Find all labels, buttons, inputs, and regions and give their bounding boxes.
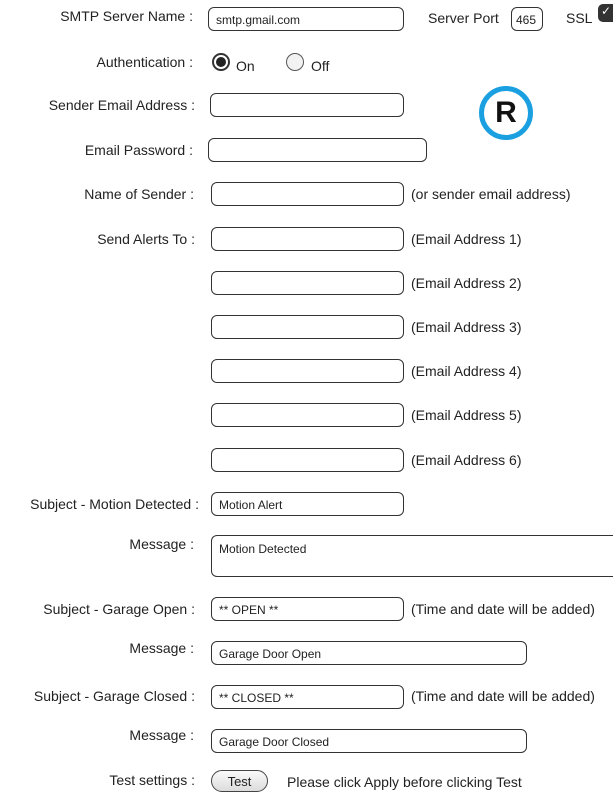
sender-email-input[interactable] <box>210 93 404 117</box>
alert-email-4-hint: (Email Address 4) <box>411 363 522 379</box>
alert-email-2-input[interactable] <box>211 271 404 295</box>
garage-closed-subject-label: Subject - Garage Closed : <box>33 688 195 704</box>
garage-open-message-input[interactable] <box>211 641 527 665</box>
ssl-label: SSL <box>566 10 593 26</box>
auth-on-radio[interactable] <box>212 53 230 71</box>
alert-email-3-hint: (Email Address 3) <box>411 319 522 335</box>
server-port-input[interactable] <box>511 7 543 31</box>
authentication-label: Authentication : <box>96 54 193 70</box>
smtp-server-label: SMTP Server Name : <box>60 8 193 24</box>
brand-logo: R <box>479 86 533 140</box>
motion-subject-label: Subject - Motion Detected : <box>30 496 199 512</box>
auth-on-label: On <box>236 58 255 74</box>
garage-open-subject-input[interactable] <box>211 597 404 621</box>
sender-name-hint: (or sender email address) <box>411 186 571 202</box>
sender-email-label: Sender Email Address : <box>48 97 195 113</box>
alert-email-5-hint: (Email Address 5) <box>411 407 522 423</box>
motion-message-textarea[interactable]: Motion Detected <box>211 535 613 577</box>
alert-email-6-hint: (Email Address 6) <box>411 452 522 468</box>
email-password-label: Email Password : <box>84 142 193 158</box>
garage-closed-message-label: Message : <box>129 727 194 743</box>
test-button[interactable]: Test <box>211 770 268 792</box>
garage-open-hint: (Time and date will be added) <box>411 601 595 617</box>
sender-name-input[interactable] <box>211 182 404 206</box>
motion-message-label: Message : <box>129 536 194 552</box>
garage-closed-subject-input[interactable] <box>211 685 404 709</box>
ssl-checkbox[interactable]: ✓ <box>598 4 613 22</box>
server-port-label: Server Port <box>428 10 499 26</box>
alert-email-4-input[interactable] <box>211 359 404 383</box>
garage-open-message-label: Message : <box>129 640 194 656</box>
alert-email-1-hint: (Email Address 1) <box>411 231 522 247</box>
garage-closed-hint: (Time and date will be added) <box>411 688 595 704</box>
motion-subject-input[interactable] <box>211 492 404 516</box>
checkmark-icon: ✓ <box>601 4 612 18</box>
auth-off-radio[interactable] <box>286 53 304 71</box>
alert-email-2-hint: (Email Address 2) <box>411 275 522 291</box>
smtp-server-input[interactable] <box>208 7 404 31</box>
sender-name-label: Name of Sender : <box>84 186 194 202</box>
test-note: Please click Apply before clicking Test <box>287 774 522 790</box>
auth-off-label: Off <box>311 58 330 74</box>
garage-open-subject-label: Subject - Garage Open : <box>43 601 195 617</box>
garage-closed-message-input[interactable] <box>211 729 527 753</box>
logo-letter: R <box>495 96 517 129</box>
send-alerts-label: Send Alerts To : <box>97 231 195 247</box>
email-password-input[interactable] <box>208 138 427 162</box>
alert-email-1-input[interactable] <box>211 227 404 251</box>
alert-email-6-input[interactable] <box>211 448 404 472</box>
alert-email-3-input[interactable] <box>211 315 404 339</box>
test-settings-label: Test settings : <box>109 772 195 788</box>
alert-email-5-input[interactable] <box>211 403 404 427</box>
